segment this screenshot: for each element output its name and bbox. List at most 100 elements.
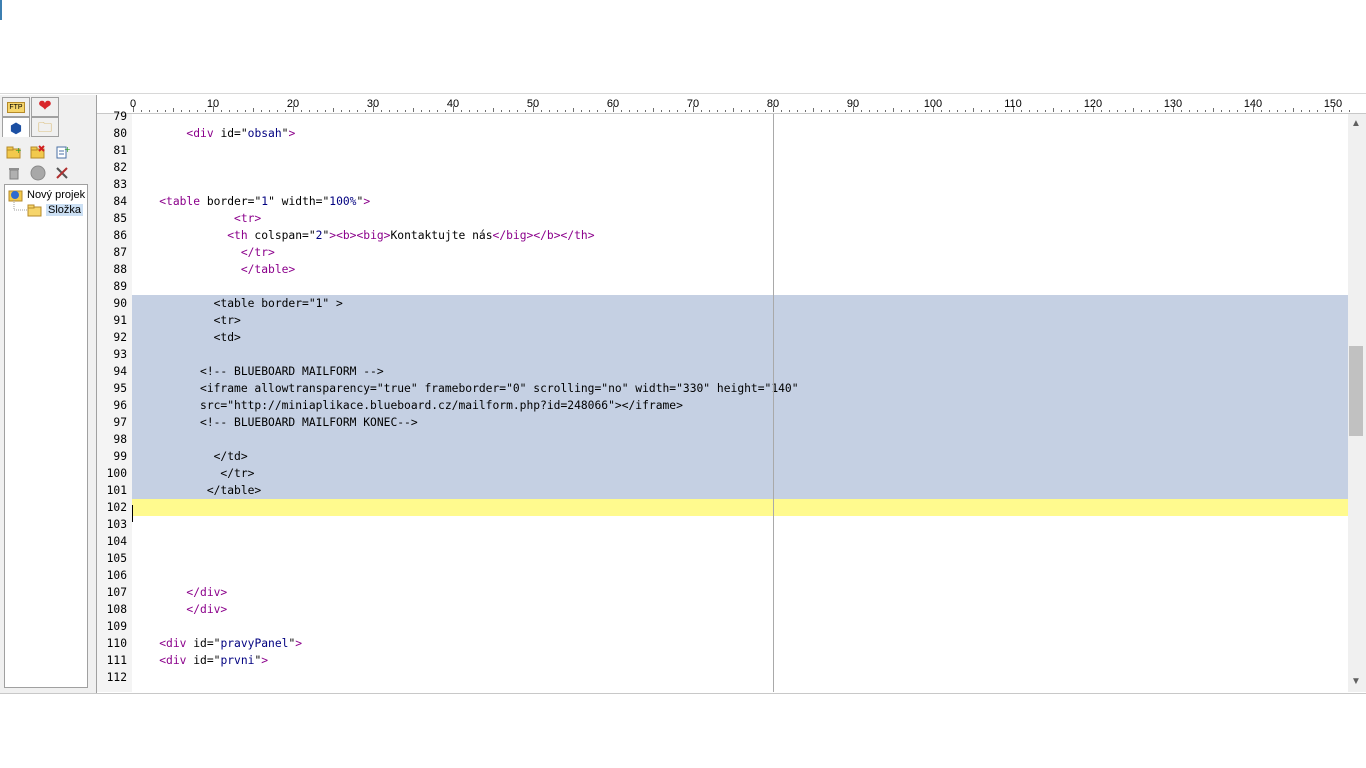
line-number: 85 [113, 212, 127, 225]
code-line[interactable]: </div> [132, 601, 1348, 618]
ruler-label: 50 [527, 98, 539, 110]
line-number: 108 [106, 603, 127, 616]
code-line[interactable]: <div id="prvni"> [132, 652, 1348, 669]
window-edge-marker [0, 0, 2, 20]
tab-files[interactable]: 🗀 [31, 117, 59, 137]
new-project-button[interactable]: + [4, 143, 24, 161]
scrollbar-thumb[interactable] [1349, 346, 1363, 436]
tree-connector [13, 200, 27, 211]
line-number: 102 [106, 501, 127, 514]
code-line[interactable]: <!-- BLUEBOARD MAILFORM KONEC--> [132, 414, 1348, 431]
code-line[interactable] [132, 431, 1348, 448]
line-number: 83 [113, 178, 127, 191]
code-line[interactable]: <table border="1" width="100%"> [132, 193, 1348, 210]
code-line[interactable] [132, 176, 1348, 193]
folder-icon: 🗀 [38, 119, 52, 135]
line-number: 79 [113, 110, 127, 123]
delete-folder-icon [30, 145, 45, 159]
code-line[interactable] [132, 516, 1348, 533]
circle-icon [30, 165, 46, 181]
line-number: 105 [106, 552, 127, 565]
line-number: 81 [113, 144, 127, 157]
code-line[interactable]: <!-- BLUEBOARD MAILFORM --> [132, 363, 1348, 380]
code-line[interactable]: <tr> [132, 210, 1348, 227]
disabled-action-button[interactable] [28, 164, 48, 182]
code-line[interactable]: </table> [132, 482, 1348, 499]
ruler-label: 10 [207, 98, 219, 110]
code-editor[interactable]: <div id="obsah"> <table border="1" width… [132, 114, 1348, 692]
line-number-gutter: 79 80 81 82 83 84 85 86 87 88 89 90 91 92 93 94 95 96 97 98… [97, 110, 132, 692]
line-number: 92 [113, 331, 127, 344]
ruler-label: 40 [447, 98, 459, 110]
project-settings-button[interactable] [52, 164, 72, 182]
code-line[interactable]: <div id="obsah"> [132, 125, 1348, 142]
line-number: 109 [106, 620, 127, 633]
tab-project[interactable]: ⬢ [2, 117, 30, 137]
code-line[interactable]: </div> [132, 584, 1348, 601]
code-line[interactable] [132, 550, 1348, 567]
code-line[interactable] [132, 499, 1348, 516]
code-line[interactable]: <iframe allowtransparency="true" framebo… [132, 380, 1348, 397]
heart-icon: ❤ [38, 98, 52, 115]
editor-bottom-border [0, 693, 1366, 694]
line-number: 95 [113, 382, 127, 395]
code-line[interactable]: </tr> [132, 244, 1348, 261]
code-line[interactable]: <td> [132, 329, 1348, 346]
code-line[interactable] [132, 346, 1348, 363]
line-number: 86 [113, 229, 127, 242]
remove-file-button[interactable] [4, 164, 24, 182]
line-number: 87 [113, 246, 127, 259]
ruler-ticks: 0 10 20 30 40 50 60 70 80 90 100 110 120 130 140 150 [130, 98, 1350, 112]
chevron-up-icon: ▲ [1351, 118, 1361, 129]
code-line[interactable] [132, 142, 1348, 159]
line-number: 100 [106, 467, 127, 480]
new-folder-icon: + [6, 146, 22, 159]
line-number: 106 [106, 569, 127, 582]
ruler-label: 0 [130, 98, 136, 110]
text-caret [132, 505, 133, 522]
line-number: 89 [113, 280, 127, 293]
ruler-label: 70 [687, 98, 699, 110]
code-line[interactable]: <th colspan="2"><b><big>Kontaktujte nás<… [132, 227, 1348, 244]
code-line[interactable] [132, 567, 1348, 584]
chevron-down-icon: ▼ [1351, 676, 1361, 687]
remove-project-button[interactable] [28, 143, 48, 161]
code-line[interactable]: </td> [132, 448, 1348, 465]
line-number: 97 [113, 416, 127, 429]
add-file-button[interactable]: + [52, 143, 72, 161]
code-line[interactable] [132, 618, 1348, 635]
line-number: 96 [113, 399, 127, 412]
code-line[interactable]: </tr> [132, 465, 1348, 482]
ruler-label: 140 [1244, 98, 1262, 110]
line-number: 104 [106, 535, 127, 548]
tab-favorites[interactable]: ❤ [31, 97, 59, 117]
scroll-up-arrow[interactable]: ▲ [1348, 116, 1364, 132]
code-line[interactable] [132, 533, 1348, 550]
code-line[interactable]: <tr> [132, 312, 1348, 329]
tree-project-label: Nový projek [27, 189, 86, 201]
ruler-label: 90 [847, 98, 859, 110]
code-line[interactable]: <div id="pravyPanel"> [132, 635, 1348, 652]
tab-ftp[interactable]: FTP [2, 97, 30, 117]
code-line[interactable]: <table border="1" > [132, 295, 1348, 312]
tree-item-folder[interactable]: Složka [27, 203, 84, 217]
ruler-label: 20 [287, 98, 299, 110]
line-number: 110 [106, 637, 127, 650]
line-number: 111 [106, 654, 127, 667]
ftp-icon: FTP [7, 101, 25, 113]
scroll-down-arrow[interactable]: ▼ [1348, 674, 1364, 690]
code-line[interactable]: src="http://miniaplikace.blueboard.cz/ma… [132, 397, 1348, 414]
line-number: 84 [113, 195, 127, 208]
code-line[interactable] [132, 669, 1348, 686]
code-line[interactable] [132, 278, 1348, 295]
line-number: 107 [106, 586, 127, 599]
code-line[interactable]: </table> [132, 261, 1348, 278]
code-line[interactable] [132, 114, 1348, 125]
svg-text:+: + [15, 146, 22, 155]
line-number: 101 [106, 484, 127, 497]
code-line[interactable] [132, 159, 1348, 176]
ruler-label: 30 [367, 98, 379, 110]
line-number: 80 [113, 127, 127, 140]
project-panel: FTP ❤ ⬢ 🗀 + + Nový projek Složka [0, 95, 97, 693]
line-number: 90 [113, 297, 127, 310]
